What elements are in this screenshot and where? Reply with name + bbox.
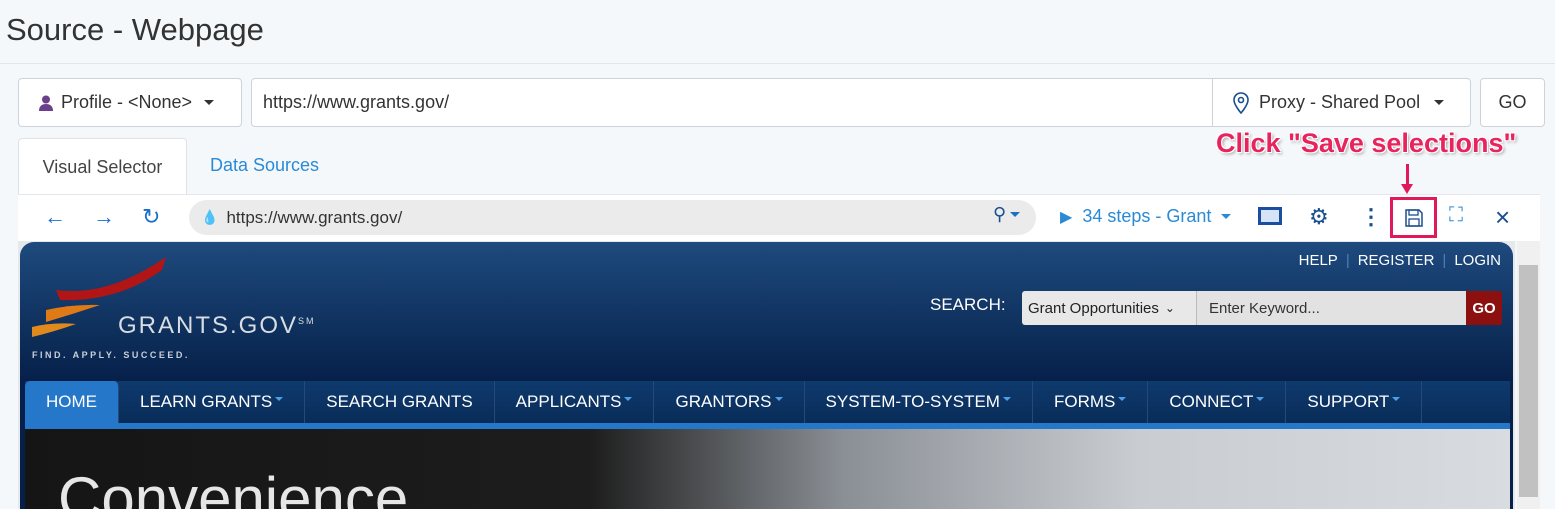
save-highlight-box (1390, 197, 1437, 238)
browser-address-text: https://www.grants.gov/ (226, 207, 403, 227)
location-pin-icon[interactable]: ⚲ (993, 204, 1021, 225)
annotation-callout: Click "Save selections" (1216, 128, 1517, 158)
nav-system-to-system[interactable]: SYSTEM-TO-SYSTEM (805, 381, 1033, 423)
forward-icon[interactable]: → (93, 204, 115, 230)
chevron-down-icon: ⌄ (1164, 301, 1175, 315)
tab-visual-selector[interactable]: Visual Selector (18, 138, 187, 195)
select-element-icon[interactable] (1258, 207, 1282, 225)
grants-gov-page: HELP | REGISTER | LOGIN GRANTS.GOVSM FIND.… (20, 242, 1513, 509)
fullscreen-icon[interactable]: ⛶ (1449, 204, 1463, 227)
chevron-down-icon (204, 100, 215, 105)
steps-label: 34 steps - Grant (1082, 206, 1212, 226)
droplet-icon: 💧 (201, 209, 219, 225)
keyword-input[interactable]: Enter Keyword... (1196, 291, 1466, 325)
nav-grantors[interactable]: GRANTORS (654, 381, 805, 423)
nav-home[interactable]: HOME (25, 381, 119, 423)
page-title: Source - Webpage (6, 12, 264, 47)
reload-icon[interactable]: ↻ (142, 204, 160, 230)
profile-dropdown[interactable]: Profile - <None> (18, 78, 242, 127)
nav-learn-grants[interactable]: LEARN GRANTS (119, 381, 306, 423)
scrollbar-thumb[interactable] (1519, 265, 1538, 497)
register-link[interactable]: REGISTER (1358, 252, 1435, 269)
proxy-label: Proxy - Shared Pool (1259, 92, 1421, 112)
help-link[interactable]: HELP (1299, 252, 1338, 269)
login-link[interactable]: LOGIN (1454, 252, 1501, 269)
search-category-select[interactable]: Grant Opportunities ⌄ (1022, 291, 1196, 325)
search-label: SEARCH: (930, 295, 1006, 314)
chevron-down-icon (1434, 100, 1445, 105)
hero-title: Convenience (58, 465, 409, 509)
browser-address-bar[interactable]: 💧 https://www.grants.gov/ (189, 200, 1036, 235)
close-icon[interactable]: × (1495, 202, 1510, 233)
logo-text: GRANTS.GOVSM (118, 312, 316, 339)
site-nav: HOME LEARN GRANTS SEARCH GRANTS APPLICAN… (25, 381, 1510, 423)
nav-forms[interactable]: FORMS (1033, 381, 1149, 423)
url-input[interactable]: https://www.grants.gov/ (251, 78, 1213, 127)
more-vertical-icon[interactable]: ⋮ (1360, 204, 1382, 230)
proxy-dropdown[interactable]: Proxy - Shared Pool (1212, 78, 1471, 127)
annotation-arrow (1406, 164, 1409, 186)
annotation-arrowhead (1401, 184, 1413, 194)
profile-label: Profile - <None> (61, 92, 193, 112)
user-icon (39, 95, 53, 111)
gear-icon[interactable]: ⚙ (1309, 204, 1329, 230)
search-go-button[interactable]: GO (1466, 291, 1502, 325)
nav-support[interactable]: SUPPORT (1286, 381, 1423, 423)
nav-applicants[interactable]: APPLICANTS (495, 381, 655, 423)
nav-connect[interactable]: CONNECT (1148, 381, 1287, 423)
divider (0, 63, 1555, 64)
tab-data-sources[interactable]: Data Sources (210, 155, 319, 176)
play-icon: ▶ (1060, 208, 1073, 226)
nav-search-grants[interactable]: SEARCH GRANTS (305, 381, 495, 423)
top-links: HELP | REGISTER | LOGIN (1298, 252, 1501, 269)
back-icon[interactable]: ← (44, 204, 66, 230)
location-pin-icon (1233, 91, 1249, 114)
go-button[interactable]: GO (1480, 78, 1545, 127)
steps-dropdown[interactable]: ▶ 34 steps - Grant (1060, 206, 1232, 227)
tagline: FIND. APPLY. SUCCEED. (32, 350, 190, 360)
